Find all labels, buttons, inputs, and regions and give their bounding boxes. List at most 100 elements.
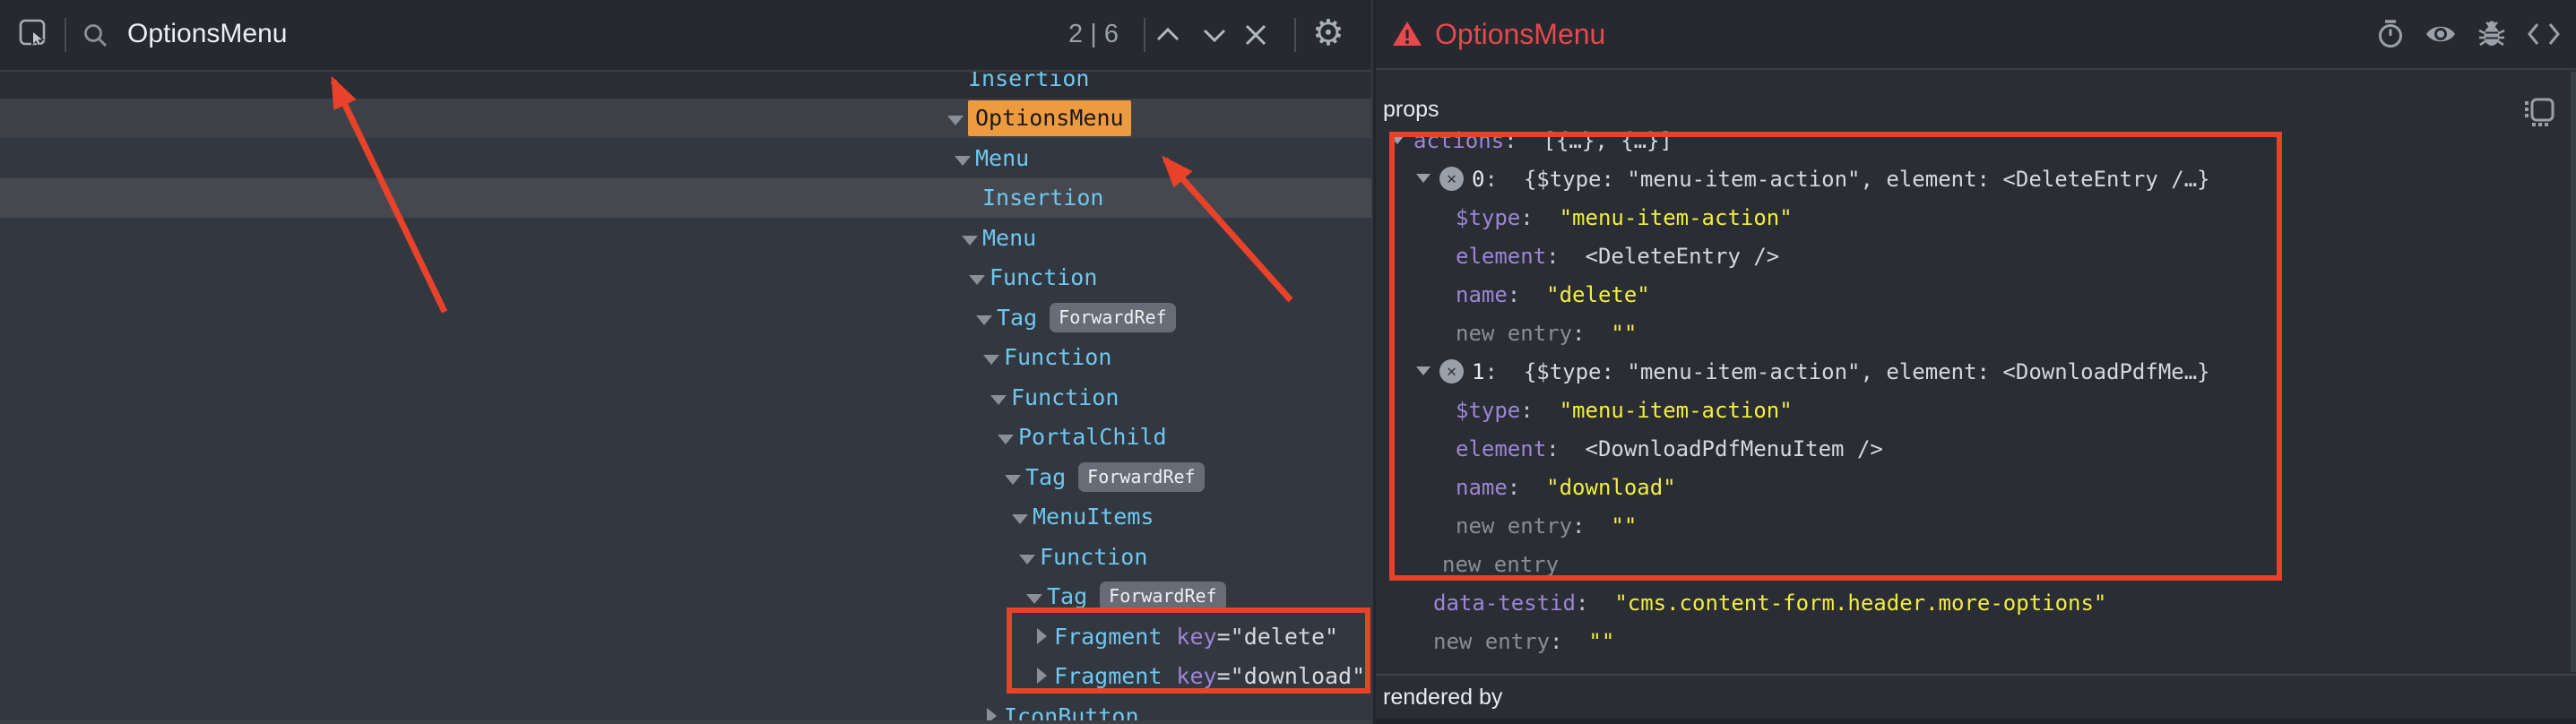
next-result-icon[interactable] xyxy=(1199,23,1230,47)
collapsed-arrow-icon[interactable] xyxy=(1029,663,1054,689)
search-input[interactable]: OptionsMenu xyxy=(127,0,287,70)
prop-key: element xyxy=(1456,244,1546,269)
tree-row-fragment[interactable]: Fragmentkey="delete" xyxy=(0,616,1371,657)
component-name: OptionsMenu xyxy=(968,100,1131,136)
tree-row-menu[interactable]: Menu xyxy=(0,138,1371,178)
prop-value[interactable]: "delete" xyxy=(1546,282,1650,307)
props-row-new-entry[interactable]: new entry xyxy=(1376,545,2566,583)
expand-arrow-icon[interactable] xyxy=(993,424,1018,450)
view-source-icon[interactable] xyxy=(2527,22,2561,47)
tree-row-function[interactable]: Function xyxy=(0,338,1371,378)
tree-row-tag[interactable]: TagForwardRef xyxy=(0,577,1371,617)
expand-arrow-icon[interactable] xyxy=(1015,544,1040,570)
colon: : xyxy=(1504,128,1543,153)
expand-arrow-icon[interactable] xyxy=(1022,583,1047,609)
tree-row-menuitems[interactable]: MenuItems xyxy=(0,497,1371,538)
warning-icon xyxy=(1392,20,1422,48)
props-row-name[interactable]: name: "download" xyxy=(1376,468,2566,506)
tree-row-optionsmenu[interactable]: OptionsMenu xyxy=(0,99,1371,139)
expand-arrow-icon[interactable] xyxy=(943,105,968,131)
props-row-element[interactable]: element: <DeleteEntry /> xyxy=(1376,237,2566,275)
panel-bottom-edge xyxy=(1376,719,2576,724)
colon: : xyxy=(1572,513,1611,539)
tree-row-function[interactable]: Function xyxy=(0,537,1371,577)
prop-key: new entry xyxy=(1433,629,1550,654)
prop-value[interactable]: <DeleteEntry /> xyxy=(1586,244,1780,269)
props-row-$type[interactable]: $type: "menu-item-action" xyxy=(1376,391,2566,429)
props-row-element[interactable]: element: <DownloadPdfMenuItem /> xyxy=(1376,429,2566,468)
key-attribute: key="delete" xyxy=(1176,624,1338,650)
props-row-new-entry[interactable]: new entry: "" xyxy=(1376,622,2566,660)
expand-arrow-icon[interactable] xyxy=(1416,366,1439,376)
expand-arrow-icon[interactable] xyxy=(979,344,1004,370)
inspect-element-icon[interactable] xyxy=(18,18,48,48)
array-index: 1 xyxy=(1472,359,1484,384)
colon: : xyxy=(1484,167,1523,192)
props-row-actions[interactable]: actions: [{…}, {…}] xyxy=(1376,121,2566,159)
debug-icon[interactable] xyxy=(2477,19,2507,49)
props-row-$type[interactable]: $type: "menu-item-action" xyxy=(1376,198,2566,237)
tree-row-function[interactable]: Function xyxy=(0,377,1371,418)
prop-key: name xyxy=(1456,475,1508,500)
component-name: Function xyxy=(990,264,1097,290)
props-row-new-entry[interactable]: new entry: "" xyxy=(1376,506,2566,545)
previous-result-icon[interactable] xyxy=(1153,23,1183,47)
prop-value[interactable]: <DownloadPdfMenuItem /> xyxy=(1586,436,1883,461)
tree-row-tag[interactable]: TagForwardRef xyxy=(0,297,1371,338)
remove-entry-icon[interactable]: ✕ xyxy=(1439,359,1464,384)
rendered-by-section-label: rendered by xyxy=(1383,685,1502,711)
component-name: Insertion xyxy=(982,185,1103,211)
profiler-timing-icon[interactable] xyxy=(2376,19,2405,49)
prop-value[interactable]: [{…}, {…}] xyxy=(1543,128,1673,153)
prop-value[interactable]: "menu-item-action" xyxy=(1560,205,1793,230)
expand-arrow-icon[interactable] xyxy=(950,145,975,171)
props-row-name[interactable]: name: "delete" xyxy=(1376,275,2566,314)
expand-arrow-icon[interactable] xyxy=(964,264,990,290)
prop-value[interactable]: {$type: "menu-item-action", element: <De… xyxy=(1524,167,2210,192)
prop-key: new entry xyxy=(1442,552,1559,577)
prop-value[interactable]: "" xyxy=(1611,513,1637,539)
props-row-data-testid[interactable]: data-testid: "cms.content-form.header.mo… xyxy=(1376,583,2566,622)
prop-value[interactable]: "" xyxy=(1611,321,1637,346)
tree-row-fragment[interactable]: Fragmentkey="download" xyxy=(0,657,1371,697)
expand-arrow-icon[interactable] xyxy=(1007,504,1033,530)
tree-row-function[interactable]: Function xyxy=(0,258,1371,298)
prop-key: name xyxy=(1456,282,1508,307)
prop-value[interactable]: "cms.content-form.header.more-options" xyxy=(1614,590,2106,616)
component-name: Menu xyxy=(975,145,1029,171)
clear-search-icon[interactable] xyxy=(1240,20,1271,50)
expand-arrow-icon[interactable] xyxy=(1000,464,1025,490)
colon: : xyxy=(1508,282,1546,307)
prop-value[interactable]: "menu-item-action" xyxy=(1560,398,1793,423)
tree-row-menu[interactable]: Menu xyxy=(0,218,1371,258)
prop-value[interactable]: "download" xyxy=(1546,475,1676,500)
selected-component-title: OptionsMenu xyxy=(1435,18,1605,51)
forward-ref-badge: ForwardRef xyxy=(1050,303,1175,332)
expand-arrow-icon[interactable] xyxy=(1416,174,1439,184)
tree-horizontal-scrollbar[interactable] xyxy=(0,720,1371,724)
props-row-new-entry[interactable]: new entry: "" xyxy=(1376,314,2566,352)
expand-arrow-icon[interactable] xyxy=(972,305,997,331)
prop-value[interactable]: "" xyxy=(1588,629,1614,654)
tree-row-insertion[interactable]: Insertion xyxy=(0,178,1371,219)
prop-value[interactable]: {$type: "menu-item-action", element: <Do… xyxy=(1524,359,2210,384)
collapsed-arrow-icon[interactable] xyxy=(1029,624,1054,650)
expand-arrow-icon[interactable] xyxy=(986,384,1011,410)
props-scrollbar[interactable] xyxy=(2571,72,2576,672)
toolbar-divider xyxy=(65,18,66,52)
component-name: Menu xyxy=(982,225,1036,251)
colon: : xyxy=(1484,359,1523,384)
expand-arrow-icon[interactable] xyxy=(957,225,982,251)
component-tree: InsertionOptionsMenuMenuInsertionMenuFun… xyxy=(0,70,1371,724)
toolbar-divider xyxy=(1294,18,1296,52)
props-row-item-0[interactable]: ✕0: {$type: "menu-item-action", element:… xyxy=(1376,159,2566,198)
toolbar-divider xyxy=(1144,18,1145,52)
expand-arrow-icon[interactable] xyxy=(1390,135,1413,145)
settings-icon[interactable]: ⚙ xyxy=(1312,15,1344,51)
view-dom-icon[interactable] xyxy=(2425,21,2457,47)
tree-row-tag[interactable]: TagForwardRef xyxy=(0,457,1371,497)
remove-entry-icon[interactable]: ✕ xyxy=(1439,167,1464,191)
tree-row-portalchild[interactable]: PortalChild xyxy=(0,418,1371,458)
props-row-item-1[interactable]: ✕ 1: {$type: "menu-item-action", element:… xyxy=(1376,352,2566,391)
tree-row-insertion[interactable]: Insertion xyxy=(0,70,1371,99)
